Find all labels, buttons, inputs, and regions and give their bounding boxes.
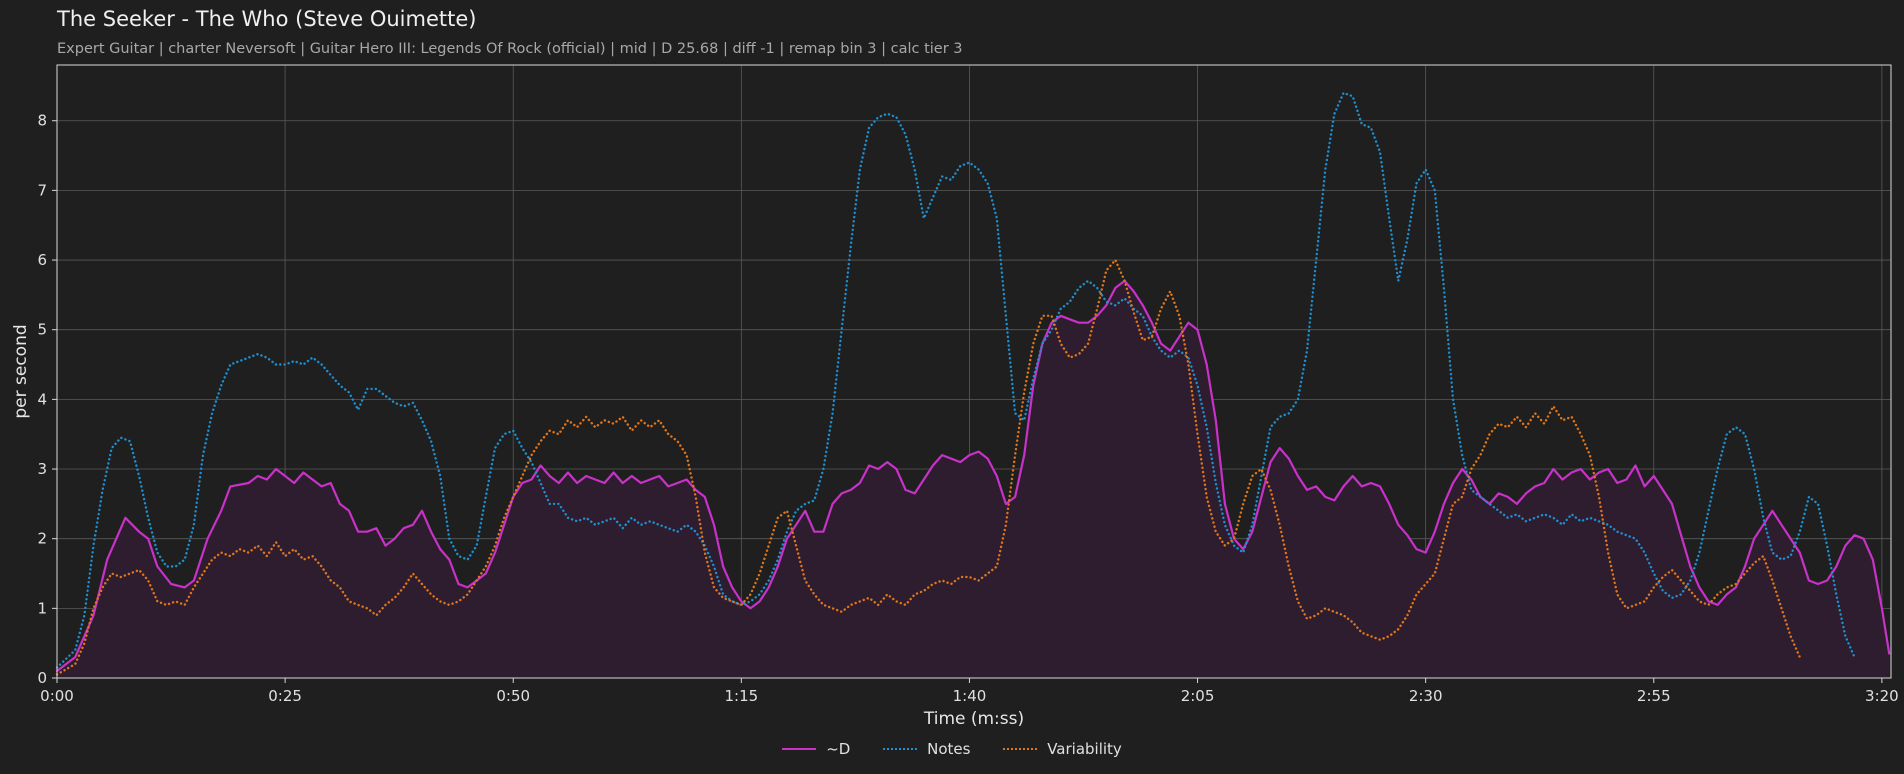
x-tick-label: 3:20 xyxy=(1865,687,1899,705)
y-tick-label: 8 xyxy=(37,112,47,130)
x-tick-label: 0:50 xyxy=(496,687,530,705)
legend: ~D Notes Variability xyxy=(0,736,1904,758)
legend-label-notes: Notes xyxy=(927,740,971,758)
y-tick-label: 5 xyxy=(37,321,47,339)
y-tick-label: 2 xyxy=(37,530,47,548)
y-tick-label: 6 xyxy=(37,251,47,269)
y-tick-label: 3 xyxy=(37,460,47,478)
line-chart: 0:00 0:25 0:50 1:15 1:40 2:05 2:30 2:55 3:20 0 1 2… xyxy=(11,64,1899,729)
y-tick-label: 0 xyxy=(37,669,47,687)
legend-item-notes: Notes xyxy=(883,740,970,758)
y-axis-ticks: 0 1 2 3 4 5 6 7 8 xyxy=(37,112,57,687)
x-tick-label: 0:00 xyxy=(40,687,74,705)
legend-swatch-variability xyxy=(1003,748,1038,750)
legend-swatch-notes xyxy=(883,748,918,750)
y-tick-label: 1 xyxy=(37,599,47,617)
legend-label-d: ~D xyxy=(826,740,851,758)
y-tick-label: 4 xyxy=(37,390,47,408)
x-tick-label: 0:25 xyxy=(268,687,302,705)
legend-item-d: ~D xyxy=(782,740,850,758)
y-axis-label: per second xyxy=(11,324,31,418)
x-tick-label: 2:30 xyxy=(1409,687,1443,705)
x-tick-label: 1:15 xyxy=(724,687,758,705)
x-axis-ticks: 0:00 0:25 0:50 1:15 1:40 2:05 2:30 2:55 3:20 xyxy=(40,678,1899,705)
y-tick-label: 7 xyxy=(37,181,47,199)
x-axis-label: Time (m:ss) xyxy=(923,709,1024,729)
x-tick-label: 2:05 xyxy=(1181,687,1215,705)
x-tick-label: 1:40 xyxy=(953,687,987,705)
x-tick-label: 2:55 xyxy=(1637,687,1671,705)
legend-label-variability: Variability xyxy=(1047,740,1122,758)
legend-item-variability: Variability xyxy=(1003,740,1122,758)
legend-swatch-d xyxy=(782,748,817,750)
